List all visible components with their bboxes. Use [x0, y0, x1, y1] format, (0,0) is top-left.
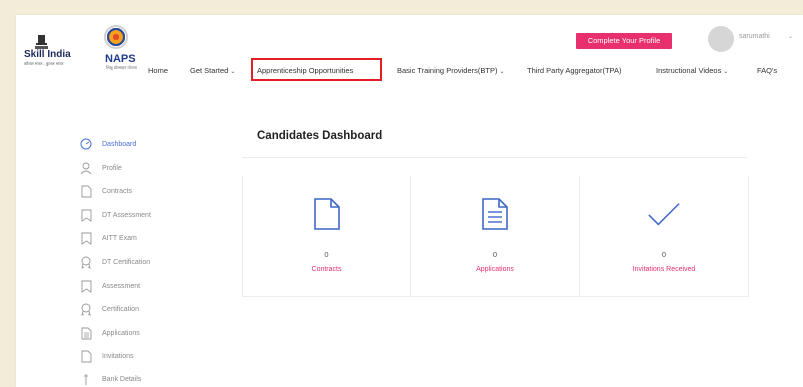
sidebar-item-label: Bank Details — [102, 375, 142, 383]
document-icon — [310, 196, 344, 232]
nav-third-party-aggregator[interactable]: Third Party Aggregator(TPA) — [527, 65, 621, 77]
nav-home[interactable]: Home — [148, 65, 168, 77]
card-label[interactable]: Contracts — [243, 266, 410, 273]
skill-india-text: Skill India — [24, 49, 71, 60]
nav-get-started[interactable]: Get Started ⌄ — [190, 65, 235, 77]
sidebar-item-label: Profile — [102, 164, 122, 172]
username[interactable]: sarumathi — [739, 33, 770, 40]
file-text-icon — [80, 326, 92, 340]
file-text-icon — [478, 196, 512, 232]
sidebar-item-label: Assessment — [102, 282, 141, 290]
naps-logo[interactable]: NAPS शिक्षु प्रोत्साहन योजना — [100, 23, 137, 70]
app-window: Skill India कौशल भारत - कुशल भारत NAPS श… — [16, 15, 803, 387]
sidebar-item-profile[interactable]: Profile — [80, 160, 122, 176]
chevron-down-icon: ⌄ — [499, 69, 505, 75]
sidebar-item-certification[interactable]: Certification — [80, 301, 139, 317]
bookmark-icon — [80, 208, 92, 222]
card-value: 0 — [324, 250, 329, 259]
avatar[interactable] — [708, 26, 734, 52]
nav-label: Get Started — [190, 66, 229, 75]
complete-profile-button[interactable]: Complete Your Profile — [576, 33, 672, 49]
card-label[interactable]: Invitations Received — [580, 266, 748, 273]
sidebar-item-label: AITT Exam — [102, 234, 137, 242]
highlight-annotation-box — [251, 58, 382, 81]
bank-icon — [80, 372, 92, 386]
document-icon — [80, 349, 92, 363]
certificate-icon — [80, 302, 92, 316]
sidebar-item-contracts[interactable]: Contracts — [80, 183, 132, 199]
document-icon — [80, 184, 92, 198]
sidebar-item-label: Applications — [102, 329, 140, 337]
sidebar-item-label: Contracts — [102, 187, 132, 195]
card-value: 0 — [661, 250, 667, 259]
skill-india-tagline: कौशल भारत - कुशल भारत — [24, 61, 64, 66]
sidebar-item-dt-assessment[interactable]: DT Assessment — [80, 207, 151, 223]
gauge-icon — [80, 137, 92, 151]
sidebar-item-label: Dashboard — [102, 140, 137, 148]
bookmark-icon — [80, 231, 92, 245]
sidebar-item-dashboard[interactable]: Dashboard — [80, 136, 136, 152]
user-icon — [80, 161, 92, 175]
sidebar-item-aitt-exam[interactable]: AITT Exam — [80, 230, 137, 246]
chevron-down-icon[interactable]: ⌄ — [788, 33, 793, 40]
skill-india-logo[interactable]: Skill India कौशल भारत - कुशल भारत — [24, 35, 71, 66]
title-divider — [242, 157, 747, 158]
sidebar-item-dt-certification[interactable]: DT Certification — [80, 254, 150, 270]
nav-basic-training-providers[interactable]: Basic Training Providers(BTP) ⌄ — [397, 65, 504, 77]
sidebar-item-label: Invitations — [102, 352, 134, 360]
chevron-down-icon: ⌄ — [723, 69, 729, 75]
card-applications[interactable]: 0 Applications — [411, 176, 580, 297]
nav-label: FAQ's — [757, 66, 778, 75]
sidebar-item-label: Certification — [102, 305, 139, 313]
nav-instructional-videos[interactable]: Instructional Videos ⌄ — [656, 65, 728, 77]
sidebar-item-invitations[interactable]: Invitations — [80, 348, 134, 364]
bookmark-icon — [80, 279, 92, 293]
naps-tagline: शिक्षु प्रोत्साहन योजना — [106, 65, 137, 70]
certificate-icon — [80, 255, 92, 269]
chevron-down-icon: ⌄ — [230, 69, 236, 75]
card-invitations-received[interactable]: 0 Invitations Received — [580, 176, 749, 297]
nav-label: Third Party Aggregator(TPA) — [527, 66, 622, 75]
nav-label: Home — [148, 66, 169, 75]
sidebar-item-bank-details[interactable]: Bank Details — [80, 371, 141, 387]
sidebar-item-label: DT Certification — [102, 258, 151, 266]
naps-text: NAPS — [105, 53, 136, 65]
sidebar: Dashboard Profile Contracts DT Assessmen… — [16, 81, 236, 387]
page-title: Candidates Dashboard — [257, 130, 383, 142]
nav-faqs[interactable]: FAQ's — [757, 65, 777, 77]
top-header: Skill India कौशल भारत - कुशल भारत NAPS श… — [16, 15, 803, 81]
naps-emblem-icon — [104, 25, 128, 49]
card-label[interactable]: Applications — [411, 266, 579, 273]
nav-label: Instructional Videos — [656, 66, 722, 75]
emblem-icon — [35, 35, 48, 49]
sidebar-item-label: DT Assessment — [102, 211, 151, 219]
sidebar-item-applications[interactable]: Applications — [80, 325, 140, 341]
checkmark-icon — [647, 196, 681, 232]
stats-cards: 0 Contracts 0 Applications 0 Invitations… — [242, 176, 749, 297]
card-value: 0 — [492, 250, 498, 259]
nav-label: Basic Training Providers(BTP) — [397, 66, 498, 75]
sidebar-item-assessment[interactable]: Assessment — [80, 278, 140, 294]
card-contracts[interactable]: 0 Contracts — [242, 176, 411, 297]
